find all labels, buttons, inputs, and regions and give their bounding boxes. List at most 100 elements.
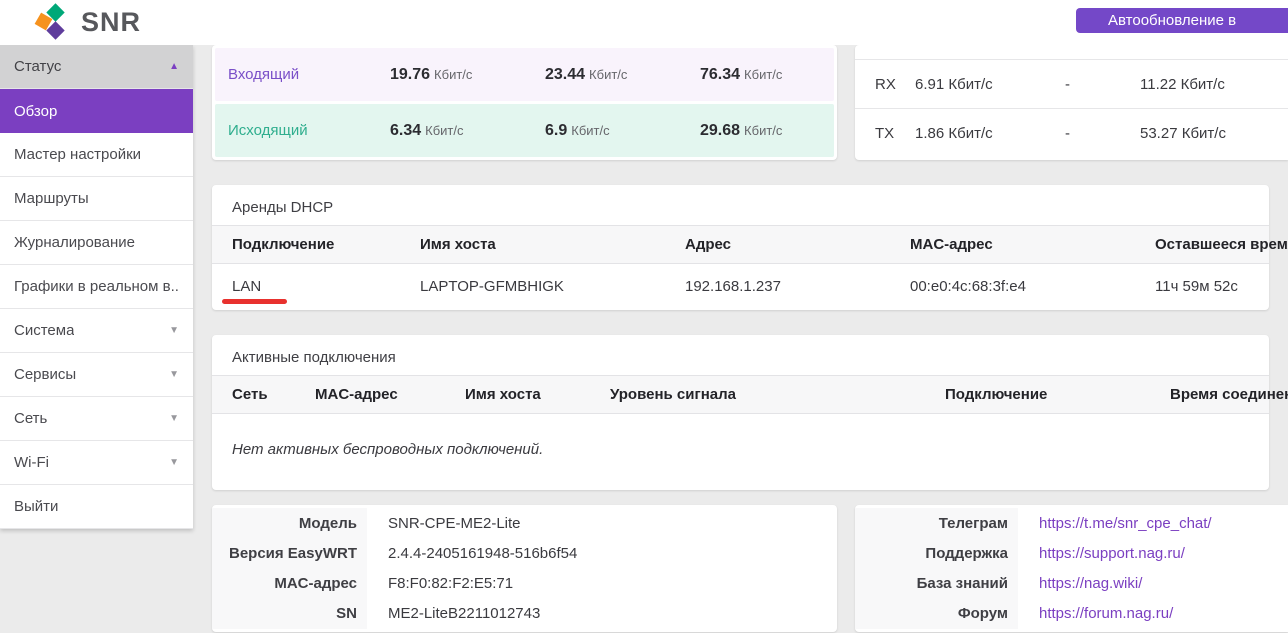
dhcp-cell-remaining-time: 11ч 59м 52с [1155,278,1269,295]
interface-traffic-card: RX6.91 Кбит/с-11.22 Кбит/сTX1.86 Кбит/с-… [855,45,1288,160]
support-link-value-cell: https://forum.nag.ru/ [1018,599,1288,629]
sidebar-item-services[interactable]: Сервисы▼ [0,353,193,397]
column-header: Адрес [685,236,910,253]
device-info-row-model: МодельSNR-CPE-ME2-Lite [212,508,837,538]
sidebar-item-overview[interactable]: Обзор [0,89,193,133]
device-info-label: Модель [212,508,367,538]
traffic-value-number: 6.34 [390,122,421,139]
sidebar-item-label: Wi-Fi [14,454,49,471]
sidebar-item-routes[interactable]: Маршруты [0,177,193,221]
support-links-card: Телеграм https://t.me/snr_cpe_chat/Поддер… [855,505,1288,632]
device-info-value: 2.4.4-2405161948-516b6f54 [367,538,837,568]
sidebar-item-label: Журналирование [14,234,135,251]
sidebar-item-label: Сеть [14,410,47,427]
dhcp-leases-card: Аренды DHCP ПодключениеИмя хостаАдресMAC… [212,185,1269,310]
sidebar-item-realtime-graphs[interactable]: Графики в реальном в... [0,265,193,309]
autoupdate-button[interactable]: Автообновление в [1076,8,1288,33]
traffic-value-number: 23.44 [545,66,585,83]
sidebar-item-label: Маршруты [14,190,89,207]
traffic-summary-card: Входящий19.76Кбит/с23.44Кбит/с76.34Кбит/… [212,45,837,160]
support-link-label: Форум [855,599,1018,629]
traffic-value-number: 6.9 [545,122,567,139]
main-content: Входящий19.76Кбит/с23.44Кбит/с76.34Кбит/… [193,45,1288,633]
support-link-label: Поддержка [855,538,1018,568]
device-info-row-easywrt-version: Версия EasyWRT2.4.4-2405161948-516b6f54 [212,538,837,568]
brand-text: SNR [81,7,141,38]
stats-total-value: 11.22 Кбит/с [1140,76,1288,93]
chevron-down-icon: ▼ [169,326,179,336]
column-header: Имя хоста [465,386,610,403]
traffic-value-number: 29.68 [700,122,740,139]
sidebar-item-label: Выйти [14,498,58,515]
sidebar-item-logging[interactable]: Журналирование [0,221,193,265]
traffic-value-unit: Кбит/с [589,67,627,82]
traffic-value: 19.76Кбит/с [390,66,545,84]
dhcp-cell-mac: 00:e0:4c:68:3f:e4 [910,278,1155,295]
column-header: MAC-адрес [910,236,1155,253]
sidebar-item-label: Система [14,322,74,339]
column-header: Сеть [232,386,315,403]
chevron-down-icon: ▼ [169,458,179,468]
dhcp-section-title: Аренды DHCP [212,185,1269,217]
lan-annotation-underline [222,299,287,304]
dhcp-cell-address: 192.168.1.237 [685,278,910,295]
support-link-value-cell: https://support.nag.ru/ [1018,538,1288,568]
chevron-down-icon: ▼ [169,370,179,380]
support-link-row-support: Поддержка https://support.nag.ru/ [855,538,1288,568]
device-info-card: МодельSNR-CPE-ME2-LiteВерсия EasyWRT2.4.… [212,505,837,632]
dhcp-cell-hostname: LAPTOP-GFMBHIGK [420,278,685,295]
stats-label: TX [875,125,915,142]
traffic-row-label: Исходящий [215,122,390,139]
support-link[interactable]: https://nag.wiki/ [1039,575,1142,592]
stats-row-tx: TX1.86 Кбит/с-53.27 Кбит/с [855,108,1288,157]
dhcp-table-header-row: ПодключениеИмя хостаАдресMAC-адресОставш… [212,225,1269,264]
support-link-label: База знаний [855,569,1018,599]
support-link-row-telegram: Телеграм https://t.me/snr_cpe_chat/ [855,508,1288,538]
chevron-down-icon: ▼ [169,414,179,424]
device-info-value: SNR-CPE-ME2-Lite [367,508,837,538]
sidebar: Статус ▲ Обзор Мастер настройки Маршруты Журн… [0,45,193,529]
sidebar-item-network[interactable]: Сеть ▼ [0,397,193,441]
support-link-label: Телеграм [855,508,1018,538]
column-header: Оставшееся время аренды [1155,236,1288,253]
sidebar-item-wifi[interactable]: Wi-Fi ▼ [0,441,193,485]
support-link[interactable]: https://t.me/snr_cpe_chat/ [1039,515,1212,532]
sidebar-item-system[interactable]: Система ▼ [0,309,193,353]
column-header: Подключение [232,236,420,253]
stats-row-rx: RX6.91 Кбит/с-11.22 Кбит/с [855,59,1288,108]
device-info-label: Версия EasyWRT [212,538,367,568]
stats-rate-value: 1.86 Кбит/с [915,125,1065,142]
connections-section-title: Активные подключения [212,335,1269,367]
sidebar-item-label: Статус [14,58,61,75]
chevron-up-icon: ▲ [169,62,179,72]
column-header: Имя хоста [420,236,685,253]
traffic-row-label: Входящий [215,66,390,83]
column-header: Подключение [945,386,1170,403]
sidebar-item-status[interactable]: Статус ▲ [0,45,193,89]
sidebar-item-label: Мастер настройки [14,146,141,163]
traffic-row-outgoing: Исходящий6.34 Кбит/с6.9 Кбит/с 29.68Кбит/с [215,104,834,157]
support-link[interactable]: https://support.nag.ru/ [1039,545,1185,562]
stats-rate-value: 6.91 Кбит/с [915,76,1065,93]
sidebar-item-label: Графики в реальном в... [14,278,179,295]
device-info-value: F8:F0:82:F2:E5:71 [367,569,837,599]
traffic-value: 29.68Кбит/с [700,122,834,140]
support-link-value-cell: https://nag.wiki/ [1018,569,1288,599]
traffic-value: 6.34 Кбит/с [390,122,545,140]
empty-state-message: Нет активных беспроводных подключений. [232,441,1269,458]
sidebar-item-setup-wizard[interactable]: Мастер настройки [0,133,193,177]
sidebar-item-logout[interactable]: Выйти [0,485,193,529]
active-connections-card: Активные подключения СетьMAC-адресИмя хо… [212,335,1269,490]
column-header: MAC-адрес [315,386,465,403]
traffic-row-incoming: Входящий19.76Кбит/с23.44Кбит/с76.34Кбит/… [215,48,834,101]
connections-table-header-row: СетьMAC-адресИмя хостаУровень сигналаПод… [212,375,1269,414]
sidebar-item-label: Обзор [14,103,57,120]
support-link[interactable]: https://forum.nag.ru/ [1039,605,1173,622]
traffic-value-unit: Кбит/с [425,123,463,138]
traffic-value: 23.44 Кбит/с [545,66,700,84]
traffic-value-unit: Кбит/с [434,67,472,82]
stats-clipped-header [855,45,1288,59]
traffic-value: 76.34Кбит/с [700,66,834,84]
traffic-value-number: 76.34 [700,66,740,83]
device-info-row-serial-number: SNME2-LiteB2211012743 [212,599,837,629]
